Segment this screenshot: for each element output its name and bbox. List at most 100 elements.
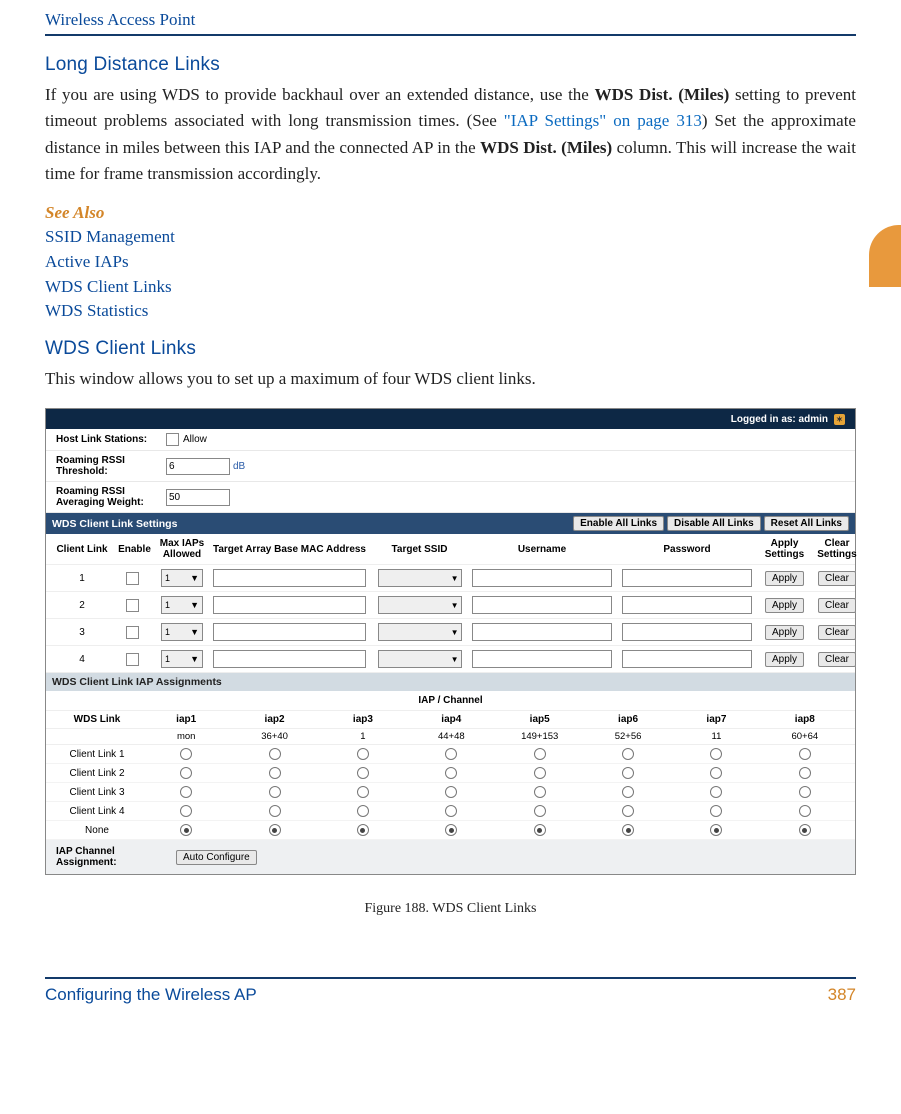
iap-radio[interactable] xyxy=(269,786,281,798)
iap-radio[interactable] xyxy=(269,824,281,836)
allow-label: Allow xyxy=(183,434,207,445)
auto-configure-button[interactable]: Auto Configure xyxy=(176,850,257,865)
enable-checkbox[interactable] xyxy=(126,653,139,666)
iap-radio[interactable] xyxy=(534,767,546,779)
iap-radio[interactable] xyxy=(710,824,722,836)
link-row-label: Client Link 4 xyxy=(52,806,142,817)
clear-button[interactable]: Clear xyxy=(818,571,856,586)
roaming-rssi-avg-label: Roaming RSSI Averaging Weight: xyxy=(56,486,166,508)
iap-radio[interactable] xyxy=(180,824,192,836)
enable-all-links-button[interactable]: Enable All Links xyxy=(573,516,664,531)
iap-radio[interactable] xyxy=(445,805,457,817)
iap-radio[interactable] xyxy=(357,824,369,836)
target-mac-input[interactable] xyxy=(213,623,367,641)
iap-radio[interactable] xyxy=(269,767,281,779)
apply-button[interactable]: Apply xyxy=(765,652,804,667)
reset-all-links-button[interactable]: Reset All Links xyxy=(764,516,849,531)
target-mac-input[interactable] xyxy=(213,650,367,668)
enable-checkbox[interactable] xyxy=(126,572,139,585)
target-ssid-select[interactable]: ▼ xyxy=(378,650,462,668)
see-also-link[interactable]: SSID Management xyxy=(45,225,856,250)
iap-settings-link[interactable]: "IAP Settings" on page 313 xyxy=(504,111,702,130)
iap-name: iap8 xyxy=(761,714,849,725)
gear-icon[interactable]: ✶ xyxy=(834,414,845,425)
iap-radio[interactable] xyxy=(799,805,811,817)
iap-data-row: Client Link 4 xyxy=(46,802,855,821)
see-also-link[interactable]: WDS Statistics xyxy=(45,299,856,324)
iap-radio[interactable] xyxy=(710,748,722,760)
iap-radio[interactable] xyxy=(710,767,722,779)
apply-button[interactable]: Apply xyxy=(765,598,804,613)
iap-radio[interactable] xyxy=(622,805,634,817)
iap-radio[interactable] xyxy=(269,748,281,760)
password-input[interactable] xyxy=(622,596,753,614)
iap-name: iap6 xyxy=(584,714,672,725)
max-iaps-select[interactable]: 1▼ xyxy=(161,596,203,614)
iap-radio[interactable] xyxy=(799,824,811,836)
link-row-label: Client Link 2 xyxy=(52,768,142,779)
iap-radio[interactable] xyxy=(622,786,634,798)
iap-radio[interactable] xyxy=(534,748,546,760)
iap-radio[interactable] xyxy=(622,824,634,836)
enable-checkbox[interactable] xyxy=(126,626,139,639)
target-mac-input[interactable] xyxy=(213,596,367,614)
username-input[interactable] xyxy=(472,650,612,668)
iap-radio[interactable] xyxy=(622,767,634,779)
iap-radio[interactable] xyxy=(534,824,546,836)
roaming-rssi-threshold-input[interactable] xyxy=(166,458,230,475)
iap-radio[interactable] xyxy=(710,805,722,817)
iap-radio[interactable] xyxy=(357,805,369,817)
password-input[interactable] xyxy=(622,650,753,668)
target-ssid-select[interactable]: ▼ xyxy=(378,623,462,641)
iap-radio[interactable] xyxy=(180,805,192,817)
see-also-link[interactable]: WDS Client Links xyxy=(45,275,856,300)
username-input[interactable] xyxy=(472,623,612,641)
client-link-settings-band: WDS Client Link Settings Enable All Link… xyxy=(46,513,855,534)
iap-radio[interactable] xyxy=(445,786,457,798)
iap-radio[interactable] xyxy=(180,786,192,798)
iap-radio[interactable] xyxy=(357,748,369,760)
clear-button[interactable]: Clear xyxy=(818,652,856,667)
iap-radio[interactable] xyxy=(445,824,457,836)
iap-radio[interactable] xyxy=(357,767,369,779)
col-clear: Clear Settings xyxy=(812,538,862,560)
iap-radio[interactable] xyxy=(269,805,281,817)
max-iaps-select[interactable]: 1▼ xyxy=(161,569,203,587)
iap-radio[interactable] xyxy=(799,767,811,779)
max-iaps-select[interactable]: 1▼ xyxy=(161,623,203,641)
col-target-ssid: Target SSID xyxy=(372,544,467,555)
target-mac-input[interactable] xyxy=(213,569,367,587)
running-head: Wireless Access Point xyxy=(45,10,856,36)
iap-radio[interactable] xyxy=(534,805,546,817)
iap-radio[interactable] xyxy=(180,767,192,779)
password-input[interactable] xyxy=(622,623,753,641)
enable-checkbox[interactable] xyxy=(126,599,139,612)
password-input[interactable] xyxy=(622,569,753,587)
target-ssid-select[interactable]: ▼ xyxy=(378,569,462,587)
max-iaps-select[interactable]: 1▼ xyxy=(161,650,203,668)
target-ssid-select[interactable]: ▼ xyxy=(378,596,462,614)
db-unit: dB xyxy=(233,461,245,472)
iap-radio[interactable] xyxy=(180,748,192,760)
iap-radio[interactable] xyxy=(799,748,811,760)
see-also-link[interactable]: Active IAPs xyxy=(45,250,856,275)
iap-radio[interactable] xyxy=(357,786,369,798)
username-input[interactable] xyxy=(472,596,612,614)
apply-button[interactable]: Apply xyxy=(765,571,804,586)
iap-radio[interactable] xyxy=(445,748,457,760)
username-input[interactable] xyxy=(472,569,612,587)
disable-all-links-button[interactable]: Disable All Links xyxy=(667,516,761,531)
iap-radio[interactable] xyxy=(710,786,722,798)
apply-button[interactable]: Apply xyxy=(765,625,804,640)
iap-radio[interactable] xyxy=(622,748,634,760)
row-id: 1 xyxy=(52,573,112,584)
clear-button[interactable]: Clear xyxy=(818,625,856,640)
roaming-rssi-avg-input[interactable] xyxy=(166,489,230,506)
iap-radio[interactable] xyxy=(445,767,457,779)
iap-radio[interactable] xyxy=(534,786,546,798)
iap-ch: mon xyxy=(142,731,230,742)
allow-checkbox[interactable] xyxy=(166,433,179,446)
page-footer: Configuring the Wireless AP 387 xyxy=(45,977,856,1005)
iap-radio[interactable] xyxy=(799,786,811,798)
clear-button[interactable]: Clear xyxy=(818,598,856,613)
